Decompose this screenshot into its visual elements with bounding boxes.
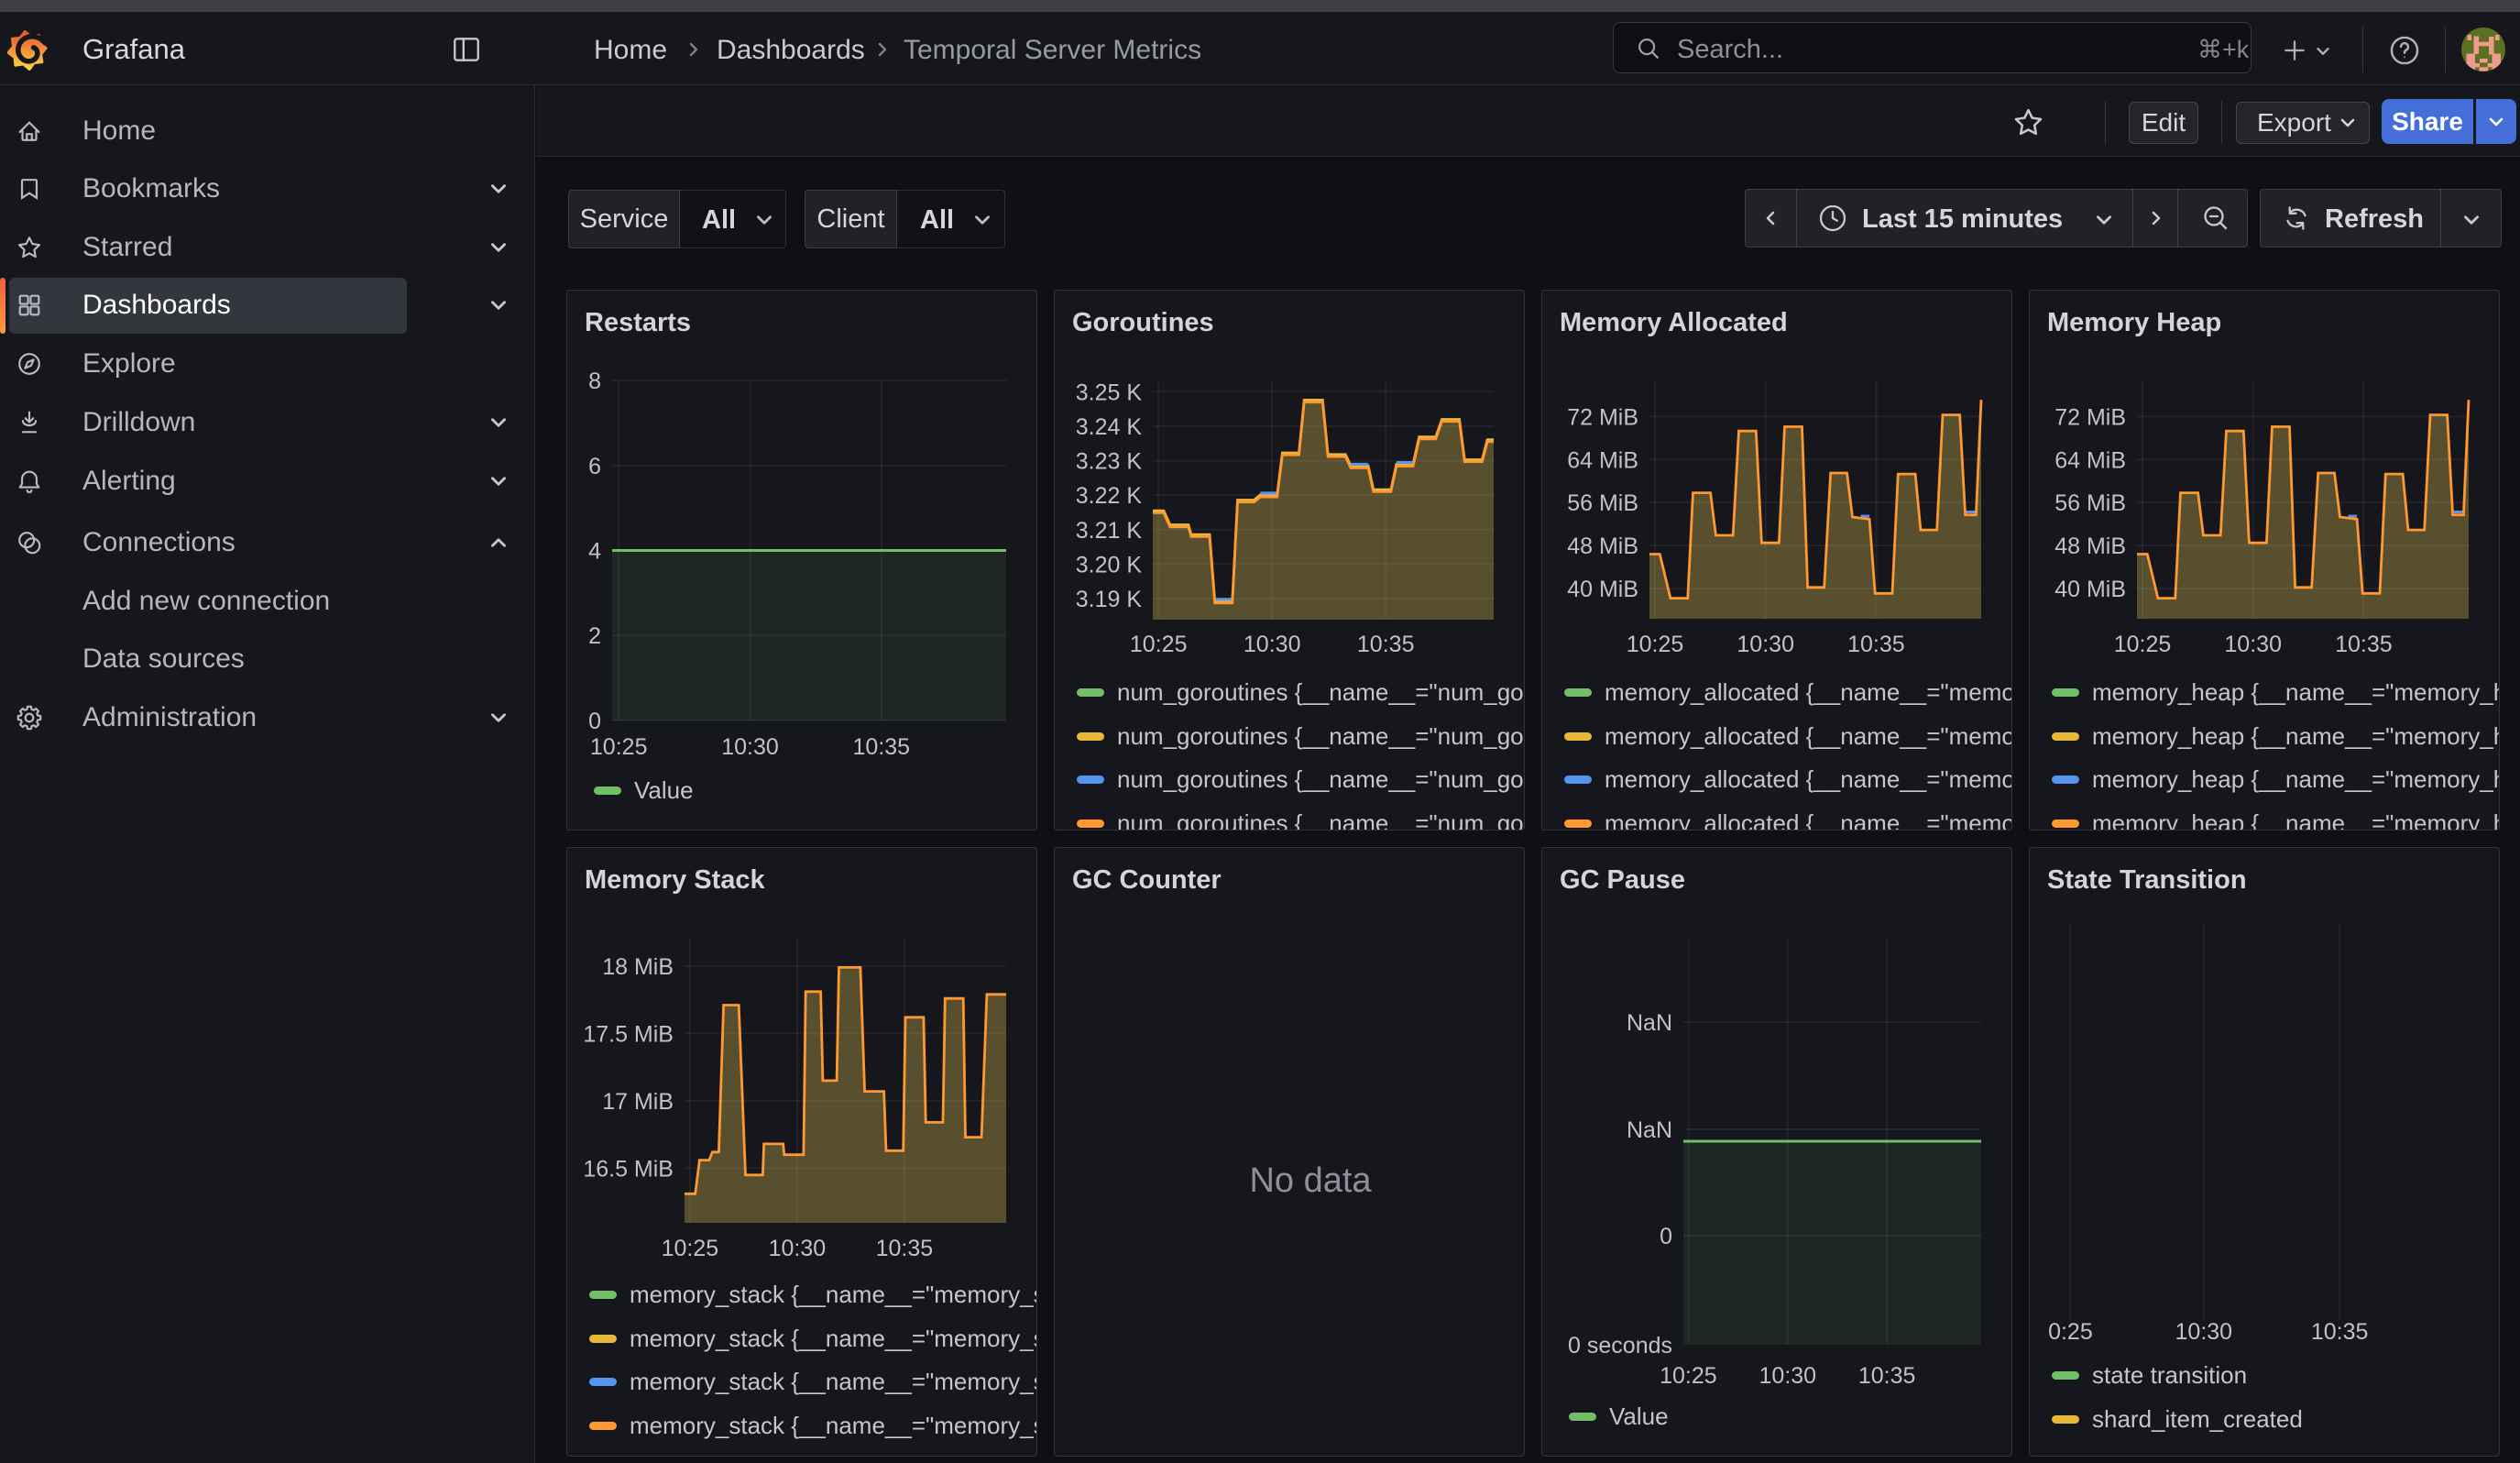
svg-text:10:25: 10:25 (1130, 632, 1188, 657)
svg-text:56 MiB: 56 MiB (1567, 490, 1638, 516)
svg-text:16.5 MiB: 16.5 MiB (583, 1156, 674, 1182)
svg-text:3.24 K: 3.24 K (1076, 414, 1143, 440)
svg-text:10:30: 10:30 (2224, 632, 2282, 657)
svg-text:3.20 K: 3.20 K (1076, 552, 1143, 578)
svg-text:56 MiB: 56 MiB (2054, 490, 2126, 516)
svg-text:3.21 K: 3.21 K (1076, 518, 1143, 544)
svg-text:10:25: 10:25 (662, 1236, 719, 1261)
svg-text:64 MiB: 64 MiB (2054, 447, 2126, 473)
svg-text:8: 8 (588, 368, 601, 394)
svg-text:40 MiB: 40 MiB (2054, 577, 2126, 602)
svg-text:10:35: 10:35 (853, 734, 911, 760)
svg-text:48 MiB: 48 MiB (1567, 534, 1638, 559)
svg-text:3.22 K: 3.22 K (1076, 483, 1143, 509)
svg-text:10:30: 10:30 (2175, 1319, 2233, 1345)
svg-text:10:30: 10:30 (721, 734, 779, 760)
svg-text:0:25: 0:25 (2048, 1319, 2093, 1345)
svg-text:10:35: 10:35 (2335, 632, 2393, 657)
svg-text:10:25: 10:25 (1627, 632, 1684, 657)
svg-text:10:30: 10:30 (1737, 632, 1794, 657)
svg-text:4: 4 (588, 539, 601, 565)
svg-text:10:35: 10:35 (1858, 1363, 1916, 1389)
svg-text:18 MiB: 18 MiB (602, 954, 674, 980)
svg-text:10:35: 10:35 (1847, 632, 1905, 657)
svg-text:48 MiB: 48 MiB (2054, 534, 2126, 559)
svg-text:10:30: 10:30 (1759, 1363, 1817, 1389)
svg-text:0 seconds: 0 seconds (1568, 1333, 1672, 1358)
svg-text:72 MiB: 72 MiB (1567, 404, 1638, 430)
svg-text:0: 0 (588, 709, 601, 734)
svg-text:2: 2 (588, 623, 601, 649)
svg-text:10:35: 10:35 (1357, 632, 1415, 657)
svg-text:10:35: 10:35 (2311, 1319, 2369, 1345)
svg-text:17 MiB: 17 MiB (602, 1089, 674, 1115)
svg-text:0: 0 (1660, 1224, 1672, 1249)
svg-text:6: 6 (588, 454, 601, 479)
svg-text:3.25 K: 3.25 K (1076, 380, 1143, 405)
svg-text:17.5 MiB: 17.5 MiB (583, 1021, 674, 1047)
svg-text:NaN: NaN (1627, 1010, 1672, 1036)
svg-text:10:35: 10:35 (876, 1236, 934, 1261)
svg-text:NaN: NaN (1627, 1117, 1672, 1143)
svg-text:10:30: 10:30 (769, 1236, 827, 1261)
svg-text:10:25: 10:25 (590, 734, 648, 760)
svg-text:64 MiB: 64 MiB (1567, 447, 1638, 473)
svg-text:10:25: 10:25 (2114, 632, 2172, 657)
svg-text:10:25: 10:25 (1660, 1363, 1717, 1389)
svg-text:3.19 K: 3.19 K (1076, 587, 1143, 612)
svg-text:3.23 K: 3.23 K (1076, 449, 1143, 475)
svg-text:72 MiB: 72 MiB (2054, 404, 2126, 430)
svg-text:10:30: 10:30 (1244, 632, 1301, 657)
svg-text:40 MiB: 40 MiB (1567, 577, 1638, 602)
